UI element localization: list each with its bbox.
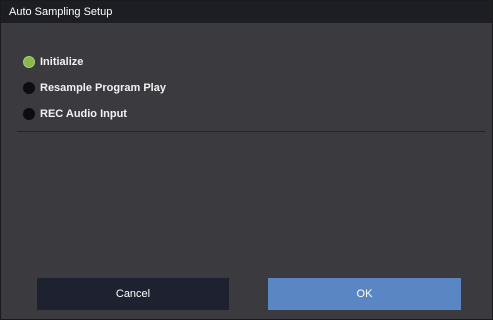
sampling-mode-group: Initialize Resample Program Play REC Aud… bbox=[17, 41, 485, 132]
auto-sampling-setup-dialog: Auto Sampling Setup Initialize Resample … bbox=[0, 0, 493, 320]
radio-label: Initialize bbox=[40, 56, 84, 68]
radio-label: REC Audio Input bbox=[40, 108, 127, 120]
ok-button[interactable]: OK bbox=[268, 278, 461, 310]
radio-unselected-icon[interactable] bbox=[23, 108, 35, 120]
radio-option-resample-program-play[interactable]: Resample Program Play bbox=[17, 79, 166, 97]
radio-option-rec-audio-input[interactable]: REC Audio Input bbox=[17, 105, 127, 123]
radio-selected-icon[interactable] bbox=[23, 56, 35, 68]
radio-unselected-icon[interactable] bbox=[23, 82, 35, 94]
radio-option-initialize[interactable]: Initialize bbox=[17, 53, 83, 71]
dialog-title: Auto Sampling Setup bbox=[1, 1, 492, 23]
radio-label: Resample Program Play bbox=[40, 82, 166, 94]
cancel-button[interactable]: Cancel bbox=[37, 278, 229, 310]
